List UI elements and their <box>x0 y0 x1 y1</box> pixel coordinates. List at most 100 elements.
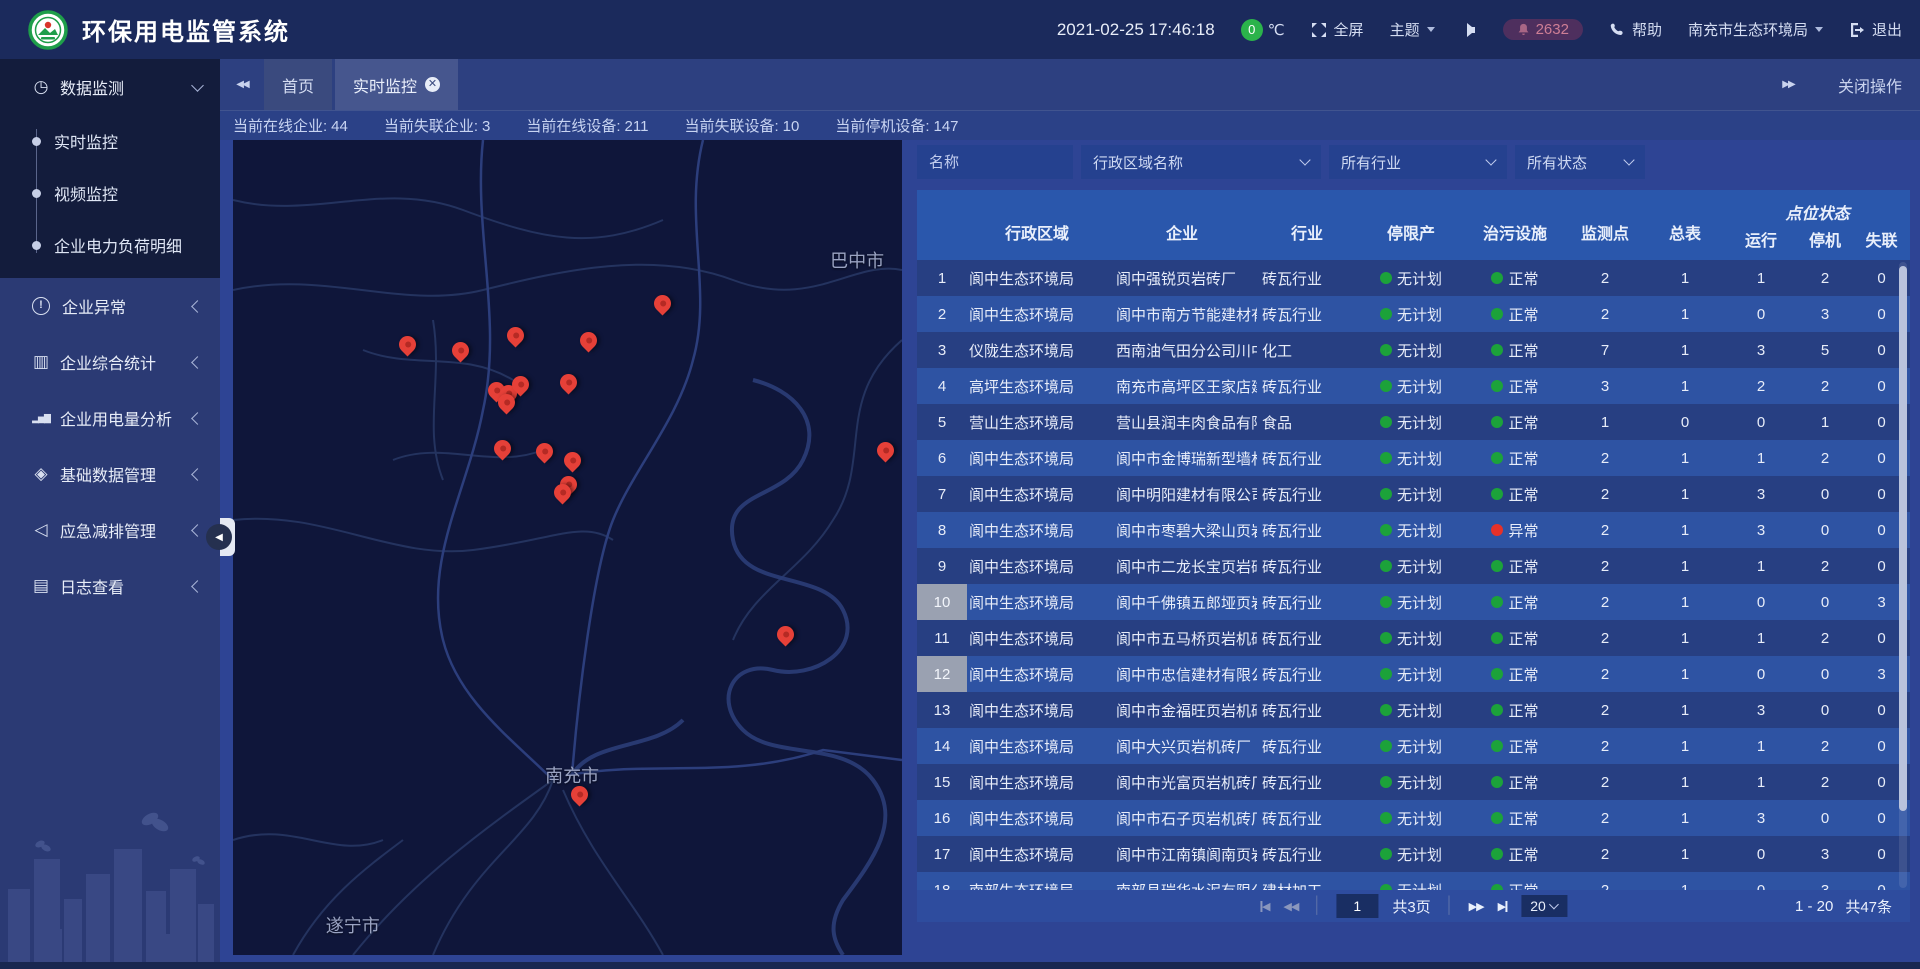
status-select[interactable]: 所有状态 <box>1515 145 1645 179</box>
cell-running: 1 <box>1725 728 1797 764</box>
table-row[interactable]: 14 阆中生态环境局 阆中大兴页岩机砖厂 砖瓦行业 无计划 正常 2 1 1 2… <box>917 728 1910 764</box>
sidebar-collapse-button[interactable]: ◀ <box>220 518 235 556</box>
table-row[interactable]: 11 阆中生态环境局 阆中市五马桥页岩机砖 砖瓦行业 无计划 正常 2 1 1 … <box>917 620 1910 656</box>
sidebar-group-企业异常[interactable]: !企业异常 <box>0 278 220 334</box>
table-row[interactable]: 13 阆中生态环境局 阆中市金福旺页岩机砖 砖瓦行业 无计划 正常 2 1 3 … <box>917 692 1910 728</box>
tabs-scroll-right-button[interactable]: ▶▶ <box>1766 59 1810 110</box>
sidebar-item-企业电力负荷明细[interactable]: 企业电力负荷明细 <box>0 219 220 271</box>
cell-company: 阆中强锐页岩砖厂 <box>1107 260 1257 296</box>
sidebar-group-基础数据管理[interactable]: ◈基础数据管理 <box>0 446 220 502</box>
map-panel[interactable]: 巴中市南充市遂宁市 <box>233 140 902 955</box>
sidebar-group-应急减排管理[interactable]: ◁应急减排管理 <box>0 502 220 558</box>
table-row[interactable]: 18 南部生态环境局 南部县瑞华水泥有限公 建材加工 无计划 正常 2 1 0 … <box>917 872 1910 890</box>
tab-close-icon[interactable]: ✕ <box>425 77 440 92</box>
cell-stopped: 2 <box>1797 764 1853 800</box>
scrollbar-thumb[interactable] <box>1899 266 1907 811</box>
region-select[interactable]: 行政区域名称 <box>1081 145 1321 179</box>
cell-facility: 正常 <box>1465 836 1565 872</box>
status-dot-icon <box>1491 560 1503 572</box>
page-size-select[interactable]: 20 <box>1521 895 1567 917</box>
page-number-input[interactable] <box>1336 894 1378 918</box>
table-row[interactable]: 15 阆中生态环境局 阆中市光富页岩机砖厂 砖瓦行业 无计划 正常 2 1 1 … <box>917 764 1910 800</box>
cell-stop-plan: 无计划 <box>1357 836 1465 872</box>
map-city-label-遂宁市: 遂宁市 <box>326 912 380 938</box>
status-dot-icon <box>1380 380 1392 392</box>
cell-company: 营山县润丰肉食品有限 <box>1107 404 1257 440</box>
cell-company: 阆中市枣碧大梁山页岩 <box>1107 512 1257 548</box>
cell-points: 2 <box>1565 692 1645 728</box>
cell-points: 2 <box>1565 656 1645 692</box>
tabs-scroll-left-button[interactable]: ◀◀ <box>220 59 264 110</box>
record-total-label: 共47条 <box>1845 896 1892 917</box>
speaker-icon <box>1461 22 1477 38</box>
phone-icon <box>1609 22 1625 38</box>
cell-stop-plan: 无计划 <box>1357 800 1465 836</box>
table-row[interactable]: 16 阆中生态环境局 阆中市石子页岩机砖厂 砖瓦行业 无计划 正常 2 1 3 … <box>917 800 1910 836</box>
prev-page-button[interactable]: ◀◀ <box>1283 900 1298 913</box>
industry-select[interactable]: 所有行业 <box>1329 145 1507 179</box>
chevron-down-icon <box>1623 154 1634 165</box>
cell-company: 阆中市石子页岩机砖厂 <box>1107 800 1257 836</box>
close-operations-button[interactable]: 关闭操作 <box>1838 59 1902 110</box>
cell-stopped: 2 <box>1797 260 1853 296</box>
table-row[interactable]: 4 高坪生态环境局 南充市高坪区王家店建 砖瓦行业 无计划 正常 3 1 2 2… <box>917 368 1910 404</box>
row-number: 2 <box>917 296 967 332</box>
sidebar-group-数据监测[interactable]: ◷数据监测 <box>0 59 220 115</box>
cell-running: 3 <box>1725 800 1797 836</box>
notification-badge[interactable]: 2632 <box>1503 19 1583 40</box>
help-button[interactable]: 帮助 <box>1609 19 1662 40</box>
chart-icon: ▂▅▇ <box>30 413 52 424</box>
name-filter-input[interactable] <box>917 145 1073 179</box>
org-menu[interactable]: 南充市生态环境局 <box>1688 19 1823 40</box>
cell-industry: 砖瓦行业 <box>1257 512 1357 548</box>
row-number: 5 <box>917 404 967 440</box>
cell-meters: 1 <box>1645 440 1725 476</box>
bullet-dot-icon <box>32 241 41 250</box>
sidebar-group-企业综合统计[interactable]: ▥企业综合统计 <box>0 334 220 390</box>
chevron-left-icon <box>191 468 204 481</box>
table-row[interactable]: 12 阆中生态环境局 阆中市忠信建材有限公 砖瓦行业 无计划 正常 2 1 0 … <box>917 656 1910 692</box>
next-page-button[interactable]: ▶▶ <box>1469 900 1484 913</box>
theme-button[interactable]: 主题 <box>1390 19 1435 40</box>
sidebar-item-视频监控[interactable]: 视频监控 <box>0 167 220 219</box>
table-row[interactable]: 1 阆中生态环境局 阆中强锐页岩砖厂 砖瓦行业 无计划 正常 2 1 1 2 0 <box>917 260 1910 296</box>
chevron-down-icon <box>1549 900 1559 910</box>
layers-icon: ◈ <box>30 464 52 484</box>
table-row[interactable]: 3 仪陇生态环境局 西南油气田分公司川中 化工 无计划 正常 7 1 3 5 0 <box>917 332 1910 368</box>
last-page-button[interactable]: ▶ <box>1498 900 1507 913</box>
first-page-button[interactable]: ◀ <box>1260 900 1269 913</box>
table-row[interactable]: 5 营山生态环境局 营山县润丰肉食品有限 食品 无计划 正常 1 0 0 1 0 <box>917 404 1910 440</box>
sidebar-item-实时监控[interactable]: 实时监控 <box>0 115 220 167</box>
cell-running: 3 <box>1725 476 1797 512</box>
tab-实时监控[interactable]: 实时监控✕ <box>335 59 458 110</box>
volume-button[interactable] <box>1461 22 1477 38</box>
status-dot-icon <box>1491 740 1503 752</box>
cell-company: 西南油气田分公司川中 <box>1107 332 1257 368</box>
status-dot-icon <box>1380 704 1392 716</box>
status-dot-icon <box>1491 380 1503 392</box>
table-row[interactable]: 7 阆中生态环境局 阆中明阳建材有限公司 砖瓦行业 无计划 正常 2 1 3 0… <box>917 476 1910 512</box>
tab-首页[interactable]: 首页 <box>264 59 332 110</box>
cell-industry: 砖瓦行业 <box>1257 656 1357 692</box>
table-row[interactable]: 2 阆中生态环境局 阆中市南方节能建材有 砖瓦行业 无计划 正常 2 1 0 3… <box>917 296 1910 332</box>
table-row[interactable]: 9 阆中生态环境局 阆中市二龙长宝页岩砖 砖瓦行业 无计划 正常 2 1 1 2… <box>917 548 1910 584</box>
sidebar-group-日志查看[interactable]: ▤日志查看 <box>0 558 220 614</box>
logout-button[interactable]: 退出 <box>1849 19 1902 40</box>
table-row[interactable]: 8 阆中生态环境局 阆中市枣碧大梁山页岩 砖瓦行业 无计划 异常 2 1 3 0… <box>917 512 1910 548</box>
sidebar-group-label: 应急减排管理 <box>60 518 156 542</box>
table-row[interactable]: 6 阆中生态环境局 阆中市金博瑞新型墙材 砖瓦行业 无计划 正常 2 1 1 2… <box>917 440 1910 476</box>
table-row[interactable]: 17 阆中生态环境局 阆中市江南镇阆南页岩 砖瓦行业 无计划 正常 2 1 0 … <box>917 836 1910 872</box>
chevron-left-icon <box>191 356 204 369</box>
sidebar-group-企业用电量分析[interactable]: ▂▅▇企业用电量分析 <box>0 390 220 446</box>
fullscreen-button[interactable]: 全屏 <box>1311 19 1364 40</box>
table-row[interactable]: 10 阆中生态环境局 阆中千佛镇五郎垭页岩 砖瓦行业 无计划 正常 2 1 0 … <box>917 584 1910 620</box>
cell-stop-plan: 无计划 <box>1357 692 1465 728</box>
chevron-down-icon <box>1815 27 1823 32</box>
row-number: 6 <box>917 440 967 476</box>
enterprise-table: 行政区域企业行业停限产治污设施监测点总表运行停机失联点位状态 1 阆中生态环境局… <box>917 190 1910 890</box>
cell-stopped: 2 <box>1797 368 1853 404</box>
sidebar-group-label: 日志查看 <box>60 574 124 598</box>
cell-region: 阆中生态环境局 <box>967 692 1107 728</box>
sidebar-group-label: 企业综合统计 <box>60 350 156 374</box>
status-dot-icon <box>1380 596 1392 608</box>
